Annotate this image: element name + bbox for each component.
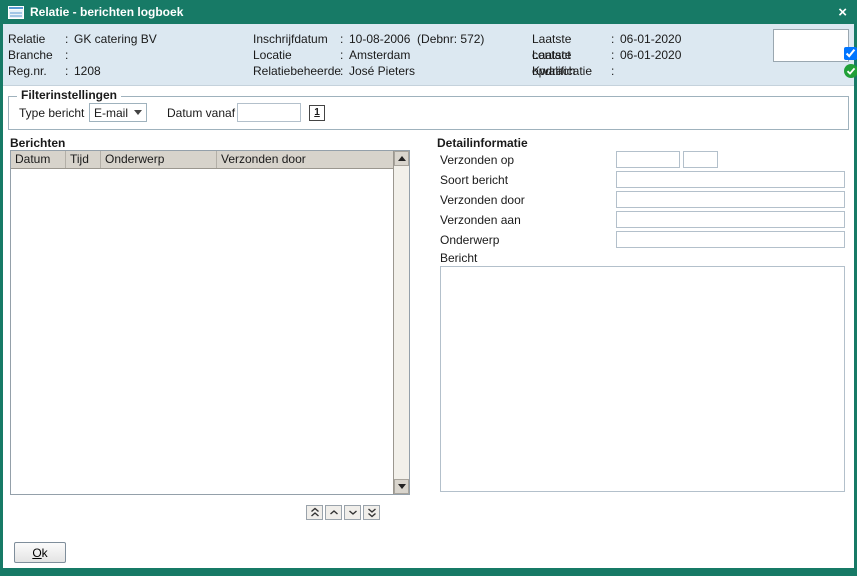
header-column-3: Laatste contact:06-01-2020 Laatste opdra… — [532, 31, 681, 79]
separator: : — [611, 47, 620, 63]
window-border-bottom — [0, 568, 857, 576]
field-label: Relatie — [8, 31, 65, 47]
type-bericht-label: Type bericht — [19, 104, 84, 123]
column-header-tijd[interactable]: Tijd — [66, 151, 101, 168]
bericht-label: Bericht — [440, 250, 477, 267]
soort-bericht-input[interactable] — [616, 171, 845, 188]
calendar-icon[interactable]: 1 — [309, 105, 325, 121]
bericht-textarea[interactable] — [440, 266, 845, 492]
vertical-scrollbar[interactable] — [393, 151, 409, 494]
chevron-up-icon — [329, 509, 339, 516]
separator: : — [340, 47, 349, 63]
separator: : — [340, 63, 349, 79]
field-label: Relatiebeheerde — [253, 63, 340, 79]
field-value: 10-08-2006 (Debnr: 572) — [349, 31, 484, 47]
verzonden-door-label: Verzonden door — [440, 192, 525, 209]
header-field: Relatie:GK catering BV — [8, 31, 157, 47]
verzonden-op-time-input[interactable] — [683, 151, 718, 168]
header-field: Locatie:Amsterdam — [253, 47, 484, 63]
chevrons-up-icon — [310, 507, 320, 518]
column-header-onderwerp[interactable]: Onderwerp — [101, 151, 217, 168]
berichten-table: Datum Tijd Onderwerp Verzonden door — [10, 150, 410, 495]
onderwerp-label: Onderwerp — [440, 232, 499, 249]
header-column-1: Relatie:GK catering BV Branche: Reg.nr.:… — [8, 31, 157, 79]
field-value: GK catering BV — [74, 31, 157, 47]
ok-button[interactable]: Ok — [14, 542, 66, 563]
field-value: 06-01-2020 — [620, 31, 681, 47]
header-field: Inschrijfdatum:10-08-2006 (Debnr: 572) — [253, 31, 484, 47]
header-field: Relatiebeheerde:José Pieters — [253, 63, 484, 79]
field-label: Branche — [8, 47, 65, 63]
header-field: Laatste opdrach:06-01-2020 — [532, 47, 681, 63]
separator: : — [611, 31, 620, 47]
verzonden-aan-label: Verzonden aan — [440, 212, 521, 229]
table-body[interactable] — [11, 169, 392, 494]
verzonden-op-label: Verzonden op — [440, 152, 514, 169]
separator: : — [65, 63, 74, 79]
separator: : — [65, 47, 74, 63]
record-navigation — [306, 505, 380, 520]
field-value: 06-01-2020 — [620, 47, 681, 63]
onderwerp-input[interactable] — [616, 231, 845, 248]
close-icon[interactable]: × — [836, 5, 849, 20]
field-value: 1208 — [74, 63, 101, 79]
scrollbar-up-icon[interactable] — [394, 151, 409, 166]
status-ok-icon — [844, 64, 857, 78]
table-header-row: Datum Tijd Onderwerp Verzonden door — [11, 151, 394, 169]
datum-vanaf-input[interactable] — [237, 103, 301, 122]
datum-vanaf-label: Datum vanaf — [167, 104, 235, 123]
type-bericht-select[interactable]: E-mail — [89, 103, 147, 122]
window-title: Relatie - berichten logboek — [30, 5, 836, 19]
filter-group: Filterinstellingen Type bericht E-mail D… — [8, 96, 849, 130]
field-value: José Pieters — [349, 63, 415, 79]
verzonden-aan-input[interactable] — [616, 211, 845, 228]
header-field: Laatste contact:06-01-2020 — [532, 31, 681, 47]
field-label: Reg.nr. — [8, 63, 65, 79]
ok-button-rest: k — [42, 546, 48, 560]
verzonden-door-input[interactable] — [616, 191, 845, 208]
field-label: Inschrijfdatum — [253, 31, 340, 47]
separator: : — [611, 63, 620, 79]
separator: : — [340, 31, 349, 47]
field-label: Kwalificatie — [532, 63, 611, 79]
header-field: Branche: — [8, 47, 157, 63]
form-icon — [8, 6, 24, 19]
detail-section-title: Detailinformatie — [437, 136, 528, 150]
scrollbar-down-icon[interactable] — [394, 479, 409, 494]
titlebar: Relatie - berichten logboek × — [0, 0, 857, 24]
chevron-down-icon — [348, 509, 358, 516]
nav-next-button[interactable] — [344, 505, 361, 520]
type-bericht-selected-value: E-mail — [94, 106, 134, 120]
photo-placeholder — [773, 29, 849, 62]
nav-last-button[interactable] — [363, 505, 380, 520]
header-column-2: Inschrijfdatum:10-08-2006 (Debnr: 572) L… — [253, 31, 484, 79]
column-header-verzonden-door[interactable]: Verzonden door — [217, 151, 394, 168]
field-label: Laatste opdrach — [532, 47, 611, 63]
nav-prev-button[interactable] — [325, 505, 342, 520]
field-label: Laatste contact — [532, 31, 611, 47]
ok-button-accel: O — [32, 546, 41, 560]
berichten-section-title: Berichten — [10, 136, 65, 150]
relation-header: Relatie:GK catering BV Branche: Reg.nr.:… — [3, 24, 854, 86]
header-checkbox[interactable] — [844, 47, 857, 60]
soort-bericht-label: Soort bericht — [440, 172, 508, 189]
verzonden-op-date-input[interactable] — [616, 151, 680, 168]
chevrons-down-icon — [367, 507, 377, 518]
filter-group-title: Filterinstellingen — [17, 88, 121, 102]
dialog-window: Relatie - berichten logboek × Relatie:GK… — [0, 0, 857, 576]
chevron-down-icon — [134, 110, 142, 115]
header-field: Reg.nr.:1208 — [8, 63, 157, 79]
window-border-left — [0, 24, 3, 576]
column-header-datum[interactable]: Datum — [11, 151, 66, 168]
field-label: Locatie — [253, 47, 340, 63]
header-field: Kwalificatie: — [532, 63, 681, 79]
separator: : — [65, 31, 74, 47]
field-value: Amsterdam — [349, 47, 410, 63]
nav-first-button[interactable] — [306, 505, 323, 520]
